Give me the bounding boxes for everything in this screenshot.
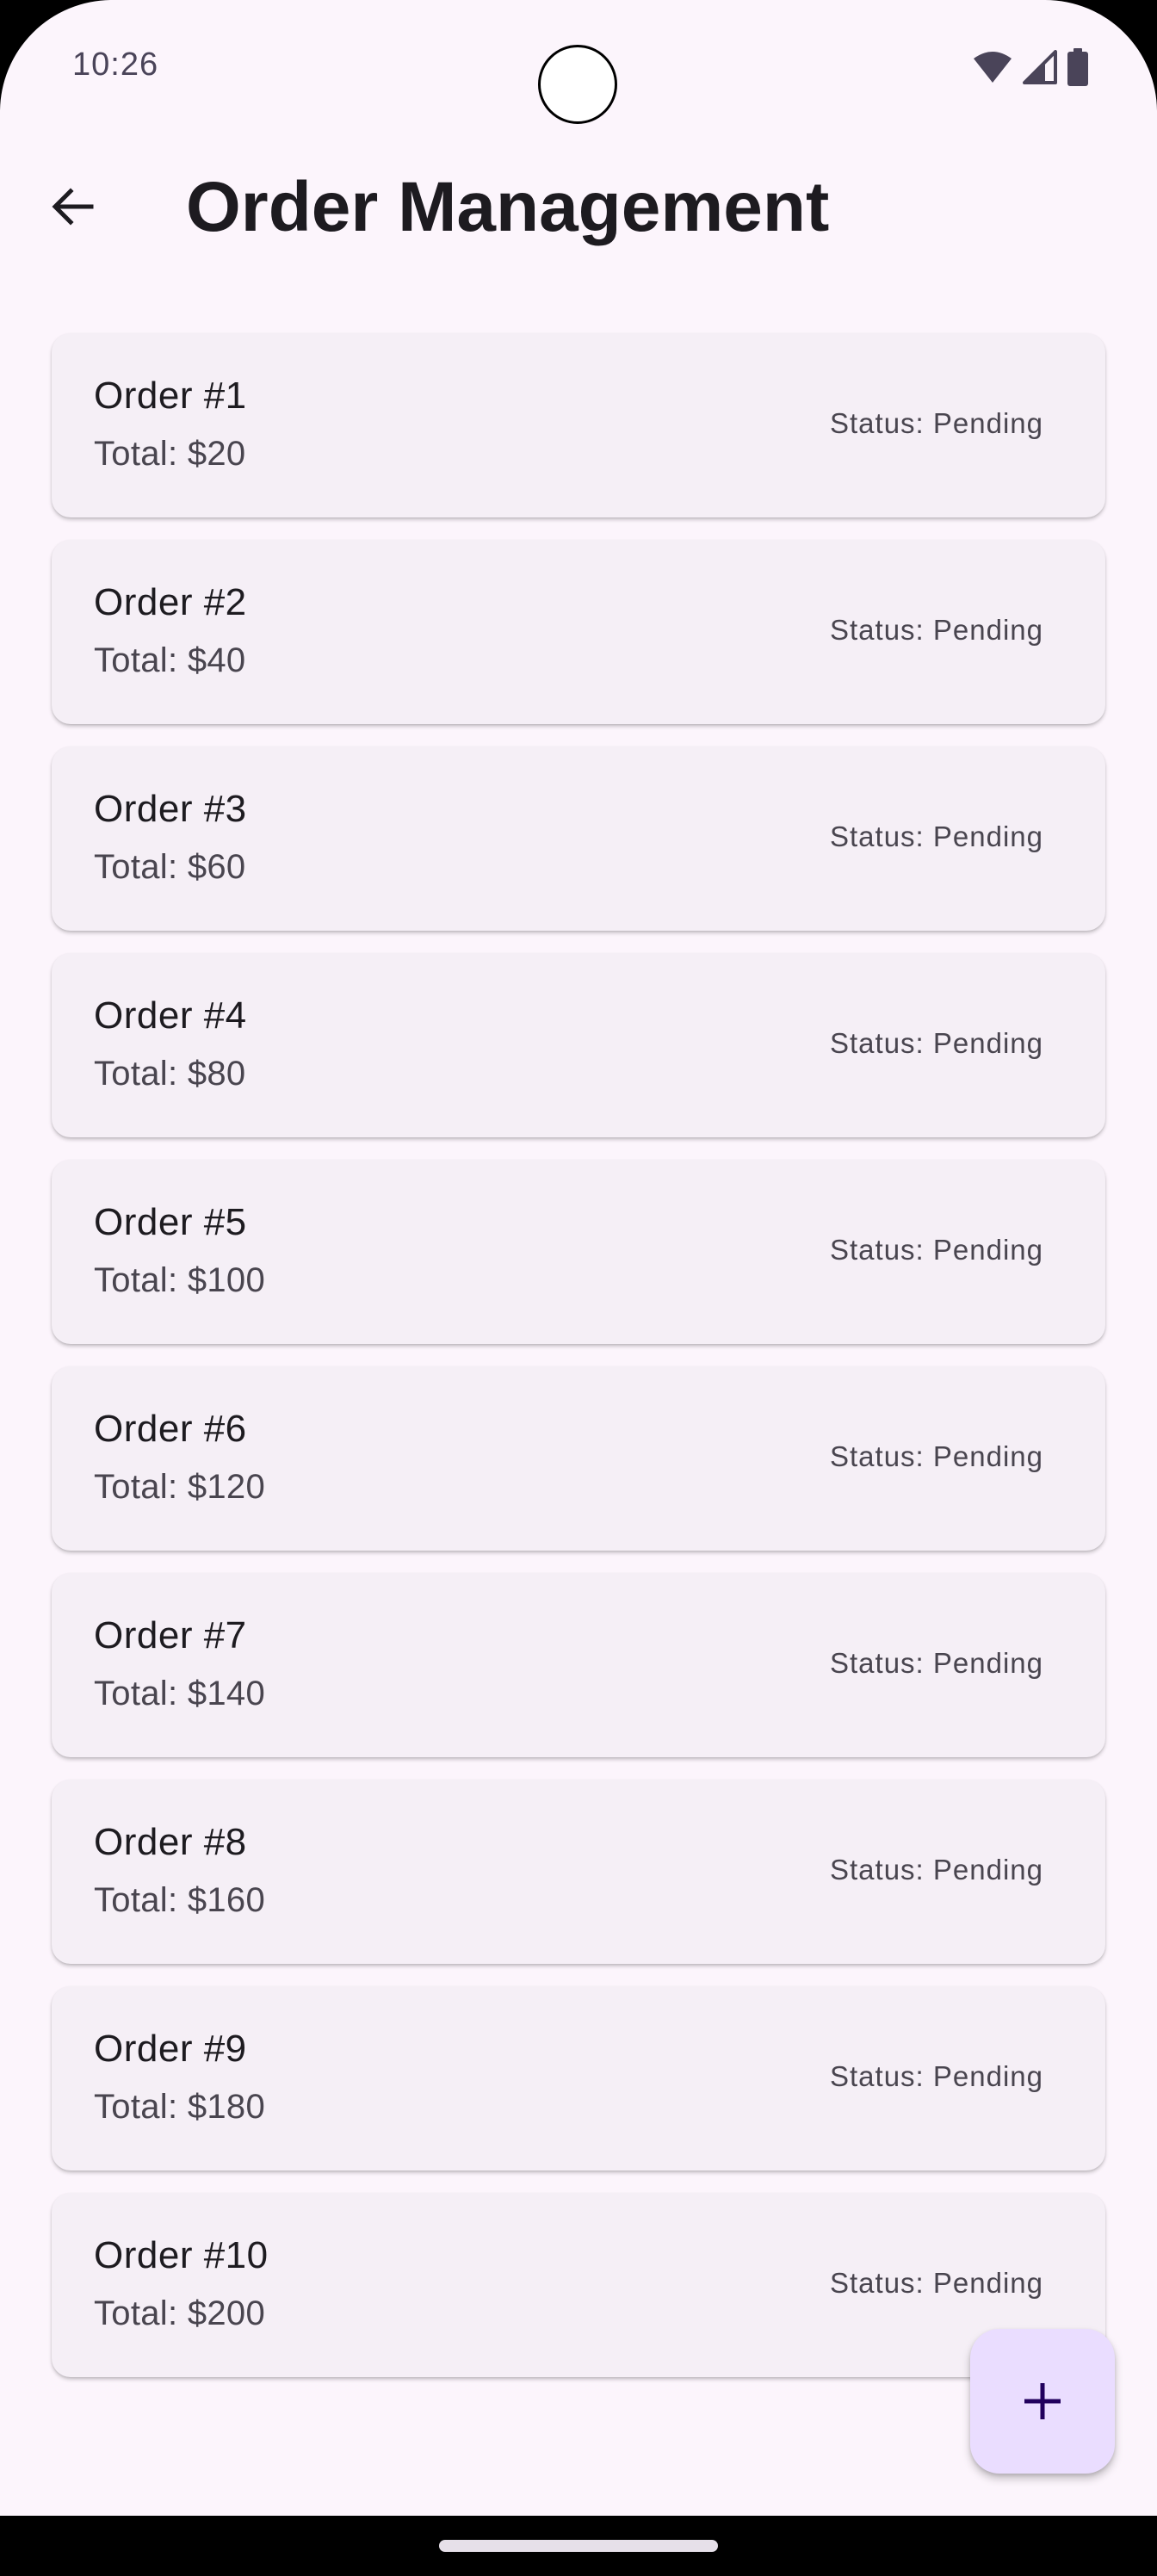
back-button[interactable]: [38, 172, 107, 241]
order-status: Status: Pending: [830, 1647, 1043, 1679]
home-indicator[interactable]: [439, 2540, 718, 2552]
status-bar: 10:26: [0, 0, 1157, 138]
arrow-back-icon: [52, 188, 94, 226]
order-status: Status: Pending: [830, 1440, 1043, 1472]
page-title: Order Management: [186, 168, 830, 246]
order-card[interactable]: Order #9 Total: $180 Status: Pending: [52, 1986, 1105, 2170]
battery-icon: [1067, 48, 1088, 86]
order-title: Order #9: [94, 2028, 247, 2070]
order-card[interactable]: Order #3 Total: $60 Status: Pending: [52, 746, 1105, 931]
order-status: Status: Pending: [830, 2060, 1043, 2092]
order-total: Total: $100: [94, 1261, 266, 1299]
add-order-fab[interactable]: [970, 2329, 1115, 2474]
order-status: Status: Pending: [830, 614, 1043, 646]
device-frame: 10:26 Order Management Order #1 Total: $…: [0, 0, 1157, 2576]
order-total: Total: $160: [94, 1881, 266, 1919]
wifi-icon: [974, 52, 1012, 83]
screen: 10:26 Order Management Order #1 Total: $…: [0, 0, 1157, 2516]
order-title: Order #3: [94, 788, 247, 830]
order-total: Total: $200: [94, 2294, 266, 2332]
order-card[interactable]: Order #1 Total: $20 Status: Pending: [52, 333, 1105, 517]
order-status: Status: Pending: [830, 820, 1043, 852]
order-title: Order #5: [94, 1201, 247, 1243]
order-title: Order #10: [94, 2234, 269, 2276]
order-status: Status: Pending: [830, 407, 1043, 439]
order-total: Total: $60: [94, 848, 246, 886]
order-total: Total: $40: [94, 641, 246, 679]
order-list: Order #1 Total: $20 Status: Pending Orde…: [52, 333, 1105, 2400]
order-status: Status: Pending: [830, 1027, 1043, 1059]
order-total: Total: $20: [94, 435, 246, 473]
order-card[interactable]: Order #4 Total: $80 Status: Pending: [52, 953, 1105, 1137]
order-card[interactable]: Order #2 Total: $40 Status: Pending: [52, 540, 1105, 724]
order-card[interactable]: Order #5 Total: $100 Status: Pending: [52, 1160, 1105, 1344]
order-title: Order #2: [94, 581, 247, 623]
order-title: Order #1: [94, 375, 247, 417]
front-camera-cutout: [538, 45, 617, 124]
top-app-bar: Order Management: [0, 138, 1157, 281]
order-card[interactable]: Order #6 Total: $120 Status: Pending: [52, 1366, 1105, 1551]
order-title: Order #8: [94, 1821, 247, 1863]
order-total: Total: $120: [94, 1468, 266, 1506]
order-title: Order #4: [94, 994, 247, 1037]
cellular-signal-icon: [1023, 50, 1057, 84]
order-total: Total: $180: [94, 2088, 266, 2126]
order-card[interactable]: Order #10 Total: $200 Status: Pending: [52, 2193, 1105, 2377]
order-title: Order #7: [94, 1614, 247, 1656]
status-icons: [973, 48, 1088, 86]
order-status: Status: Pending: [830, 1234, 1043, 1266]
order-status: Status: Pending: [830, 1854, 1043, 1886]
order-total: Total: $140: [94, 1675, 266, 1712]
status-time: 10:26: [72, 46, 159, 83]
order-status: Status: Pending: [830, 2267, 1043, 2299]
order-card[interactable]: Order #8 Total: $160 Status: Pending: [52, 1780, 1105, 1964]
order-total: Total: $80: [94, 1055, 246, 1093]
order-title: Order #6: [94, 1408, 247, 1450]
order-card[interactable]: Order #7 Total: $140 Status: Pending: [52, 1573, 1105, 1757]
add-icon: [1024, 2383, 1061, 2419]
